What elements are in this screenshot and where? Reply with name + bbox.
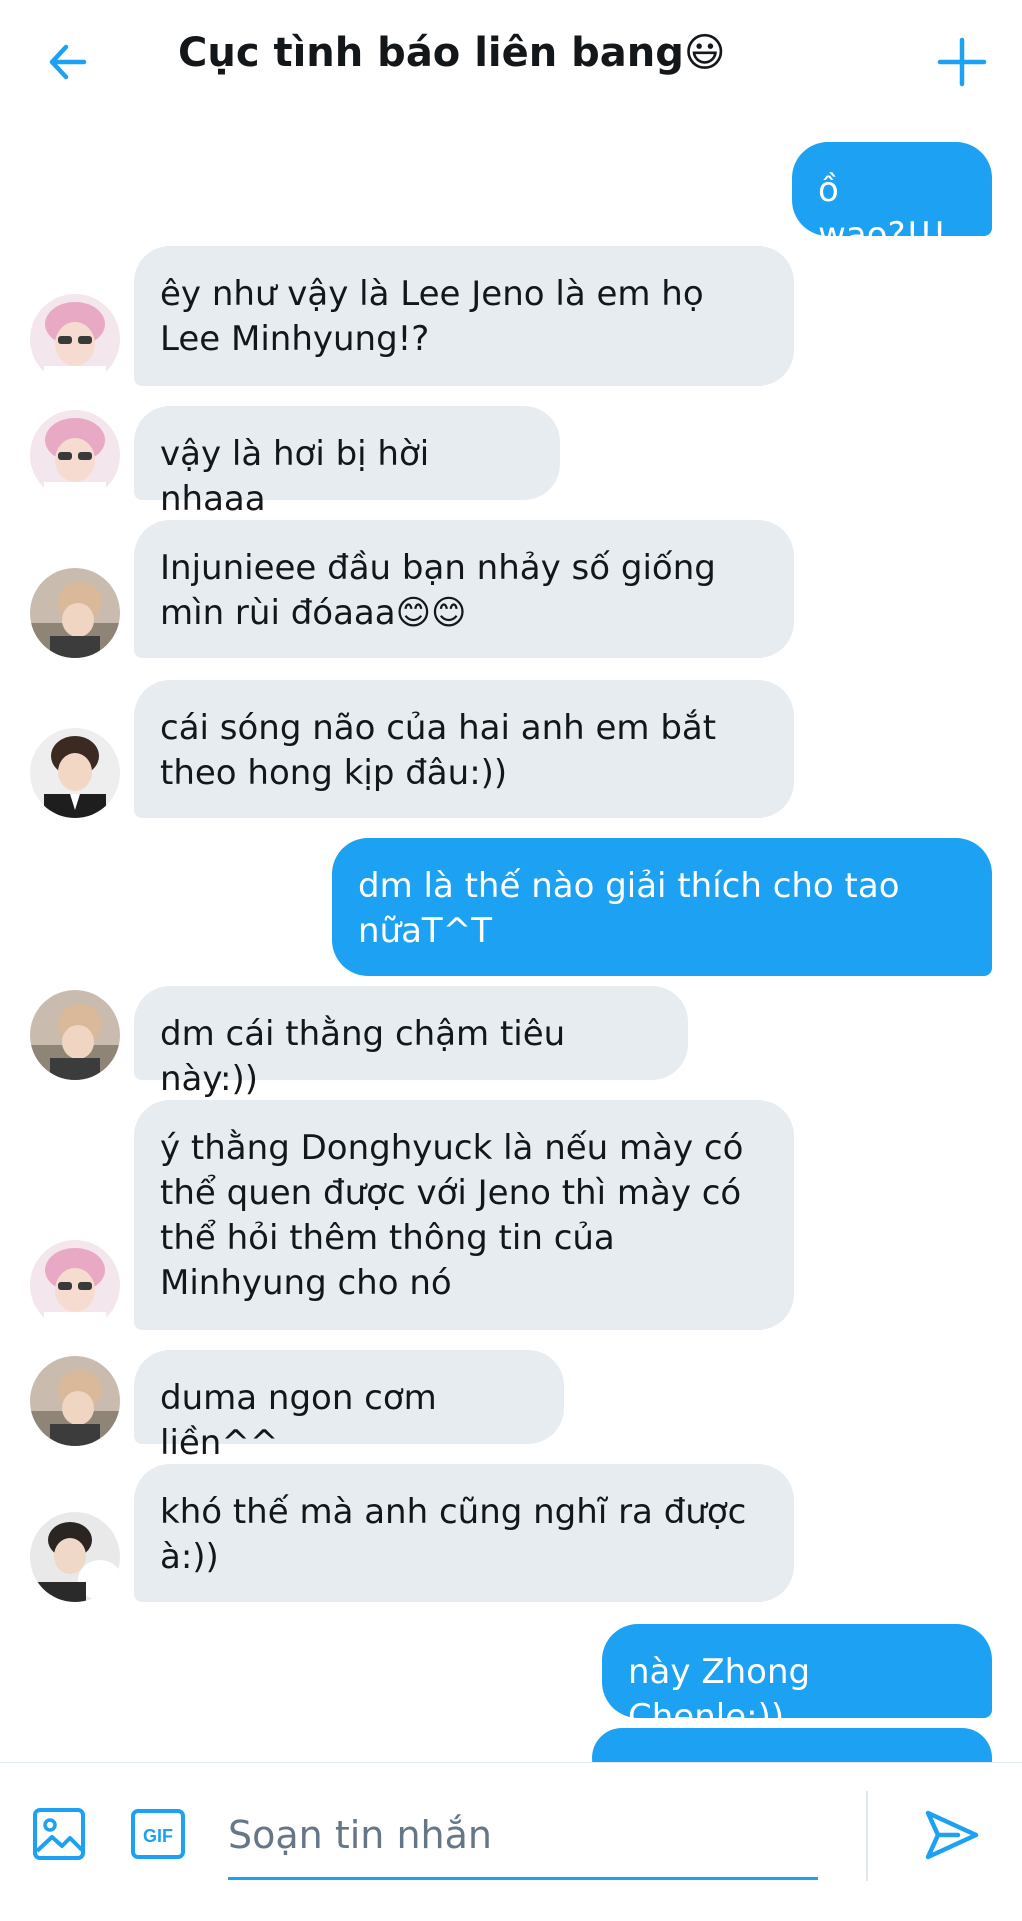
- message-bubble-incoming[interactable]: cái sóng não của hai anh em bắt theo hon…: [134, 680, 794, 818]
- message-input[interactable]: [228, 1793, 818, 1880]
- message-composer: GIF: [0, 1762, 1022, 1921]
- avatar[interactable]: [30, 1512, 120, 1602]
- message-bubble-incoming[interactable]: Injunieee đầu bạn nhảy số giống mìn rùi …: [134, 520, 794, 658]
- message-text: êy như vậy là Lee Jeno là em họ Lee Minh…: [160, 274, 704, 359]
- avatar[interactable]: [30, 1240, 120, 1330]
- message-text: duma ngon cơm liền^^: [160, 1378, 437, 1463]
- add-gif-button[interactable]: GIF: [130, 1807, 186, 1861]
- avatar[interactable]: [30, 728, 120, 818]
- message-bubble-incoming[interactable]: vậy là hơi bị hời nhaaa: [134, 406, 560, 519]
- conversation-title: Cục tình báo liên bang😃: [178, 30, 726, 76]
- gif-icon: GIF: [131, 1809, 185, 1859]
- message-bubble-outgoing[interactable]: ồ wao?!!!: [792, 142, 992, 255]
- avatar[interactable]: [30, 294, 120, 384]
- message-bubble-incoming[interactable]: dm cái thằng chậm tiêu này:)): [134, 986, 688, 1099]
- message-bubble-incoming[interactable]: ý thằng Donghyuck là nếu mày có thể quen…: [134, 1100, 794, 1330]
- send-icon: [925, 1810, 979, 1860]
- message-bubble-outgoing[interactable]: này Zhong Chenle:)): [602, 1624, 992, 1737]
- message-bubble-incoming[interactable]: khó thế mà anh cũng nghĩ ra được à:)): [134, 1464, 794, 1602]
- back-button[interactable]: [44, 38, 92, 86]
- message-bubble-incoming[interactable]: êy như vậy là Lee Jeno là em họ Lee Minh…: [134, 246, 794, 386]
- avatar[interactable]: [30, 568, 120, 658]
- message-text: cái sóng não của hai anh em bắt theo hon…: [160, 708, 717, 793]
- add-image-button[interactable]: [32, 1807, 86, 1861]
- svg-text:GIF: GIF: [143, 1826, 173, 1846]
- send-button[interactable]: [922, 1807, 982, 1863]
- image-icon: [33, 1808, 85, 1860]
- message-text: dm là thế nào giải thích cho tao nữaT^T: [358, 866, 900, 951]
- add-member-button[interactable]: [936, 36, 988, 88]
- message-text: vậy là hơi bị hời nhaaa: [160, 434, 430, 519]
- message-bubble-outgoing[interactable]: dm là thế nào giải thích cho tao nữaT^T: [332, 838, 992, 976]
- conversation-header: Cục tình báo liên bang😃: [0, 0, 1022, 120]
- message-text: này Zhong Chenle:)): [628, 1652, 811, 1737]
- avatar[interactable]: [30, 1356, 120, 1446]
- message-text: ồ wao?!!!: [818, 170, 947, 255]
- arrow-left-icon: [49, 44, 87, 80]
- avatar[interactable]: [30, 410, 120, 500]
- plus-icon: [937, 37, 987, 87]
- message-bubble-incoming[interactable]: duma ngon cơm liền^^: [134, 1350, 564, 1463]
- message-text: ý thằng Donghyuck là nếu mày có thể quen…: [160, 1128, 744, 1303]
- avatar[interactable]: [30, 990, 120, 1080]
- message-text: Injunieee đầu bạn nhảy số giống mìn rùi …: [160, 548, 716, 633]
- message-text: dm cái thằng chậm tiêu này:)): [160, 1014, 566, 1099]
- composer-divider: [866, 1791, 868, 1881]
- message-text: khó thế mà anh cũng nghĩ ra được à:)): [160, 1492, 747, 1577]
